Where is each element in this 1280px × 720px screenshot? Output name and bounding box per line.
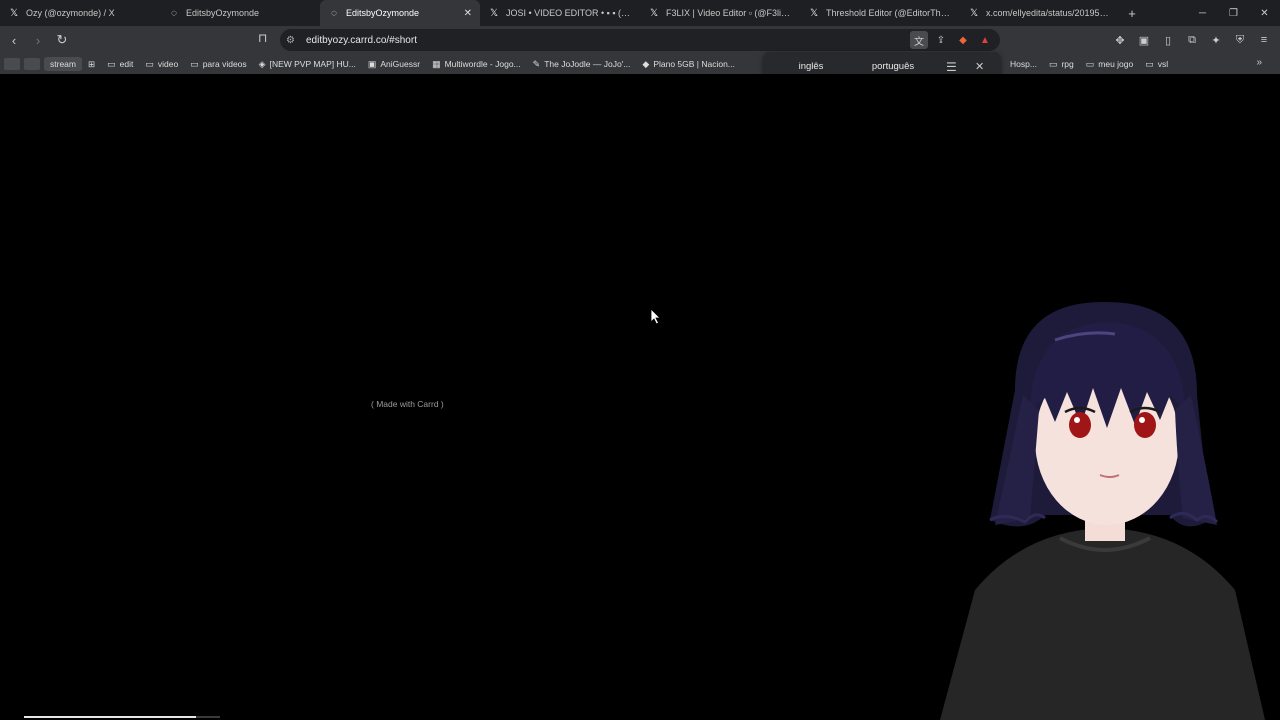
bookmark-label: edit (119, 59, 134, 69)
tab-title: Threshold Editor (@EditorThreshold (826, 8, 952, 18)
bookmark-item[interactable]: ▭ rpg (1043, 59, 1080, 70)
translate-options-icon[interactable]: ☰ (946, 60, 957, 74)
bookmark-label: vsl (1157, 59, 1169, 69)
bookmark-label: Hosp... (1010, 59, 1037, 69)
bookmark-square-1[interactable] (4, 58, 20, 70)
brave-shield-icon[interactable]: ◆ (954, 31, 972, 49)
bookmark-label: Plano 5GB | Nacion... (653, 59, 735, 69)
apps-grid-icon[interactable]: ⊞ (82, 59, 101, 70)
feather-icon: ✎ (532, 58, 541, 69)
bookmark-label: Multiwordle - Jogo... (444, 59, 521, 69)
new-tab-button[interactable]: + (1120, 0, 1144, 26)
tab-title: Ozy (@ozymonde) / X (26, 8, 115, 18)
bookmark-stream[interactable]: stream (44, 57, 82, 71)
translate-icon[interactable]: 文 (910, 31, 928, 49)
forward-icon[interactable]: › (28, 30, 48, 50)
bookmark-label: para videos (202, 59, 247, 69)
share-icon[interactable]: ⇪ (932, 31, 950, 49)
restore-icon[interactable]: ❐ (1218, 0, 1249, 26)
folder-icon: ▭ (190, 58, 199, 69)
close-tab-icon[interactable]: ✕ (464, 8, 472, 19)
folder-icon: ▭ (145, 58, 154, 69)
map-icon: ◈ (258, 58, 266, 69)
bookmark-item[interactable]: ▭ para videos (184, 59, 252, 70)
tab-3[interactable]: 𝕏 JOSI • VIDEO EDITOR • ▪ ▪ (@Josi (480, 0, 640, 26)
browser-toolbar: ‹ › ↻ ⊓ ⚙ editbyozy.carrd.co/#short 文 ⇪ … (0, 26, 1280, 54)
window-controls: ─ ❐ ✕ (1187, 0, 1280, 26)
leo-icon[interactable]: ✦ (1206, 30, 1226, 50)
bookmark-label: The JoJodle — JoJo'... (544, 59, 631, 69)
tab-2[interactable]: ◌ EditsbyOzymonde ✕ (320, 0, 480, 26)
folder-icon: ▭ (107, 58, 116, 69)
tab-6[interactable]: 𝕏x.com/ellyedita/status/201953968361 (960, 0, 1120, 26)
close-icon[interactable]: ✕ (975, 60, 984, 73)
reload-icon[interactable]: ↻ (52, 30, 72, 50)
rewards-icon[interactable]: ▲ (976, 31, 994, 49)
globe-icon: ◌ (171, 7, 177, 19)
bookmark-label: [NEW PVP MAP] HU... (269, 59, 356, 69)
vtuber-avatar (940, 301, 1265, 720)
x-icon: 𝕏 (809, 7, 819, 19)
x-icon: 𝕏 (9, 7, 19, 19)
back-icon[interactable]: ‹ (4, 30, 24, 50)
minimize-icon[interactable]: ─ (1187, 0, 1218, 26)
folder-icon: ▭ (1085, 58, 1095, 69)
bookmark-label: rpg (1061, 59, 1074, 69)
url-text[interactable]: editbyozy.carrd.co/#short (306, 35, 417, 46)
made-with-carrd-link[interactable]: ( Made with Carrd ) (371, 399, 444, 409)
bookmark-label: meu jogo (1098, 59, 1134, 69)
site-info-icon[interactable]: ⚙ (286, 35, 302, 46)
bookmark-item[interactable]: ▭ meu jogo (1080, 59, 1139, 70)
bookmark-item[interactable]: ▭ video (139, 59, 184, 70)
bookmark-item[interactable]: ▭ edit (101, 59, 139, 70)
bookmark-item[interactable]: ▣ AniGuessr (362, 59, 426, 70)
more-bookmarks-icon[interactable]: » (1256, 57, 1262, 68)
globe-icon: ◌ (331, 7, 337, 19)
tabs-icon[interactable]: ⧉ (1182, 30, 1202, 50)
bookmark-item[interactable]: ▦ Multiwordle - Jogo... (426, 59, 527, 70)
folder-icon: ▭ (1048, 58, 1058, 69)
x-icon: 𝕏 (649, 7, 659, 19)
bookmark-item[interactable]: ✎ The JoJodle — JoJo'... (527, 59, 637, 70)
bookmark-item[interactable]: ◆ Plano 5GB | Nacion... (636, 59, 741, 70)
tab-title: x.com/ellyedita/status/201953968361 (986, 8, 1112, 18)
wallet-icon[interactable]: ▣ (1134, 30, 1154, 50)
vpn-icon[interactable]: ⛨ (1230, 30, 1250, 50)
tab-4[interactable]: 𝕏 F3LIX | Video Editor ▫ (@F3lix__Edit (640, 0, 800, 26)
bookmark-item[interactable]: ◈ [NEW PVP MAP] HU... (253, 59, 362, 70)
bookmark-label: video (157, 59, 179, 69)
sidebar-icon[interactable]: ▯ (1158, 30, 1178, 50)
tab-title: EditsbyOzymonde (346, 8, 420, 18)
tab-title: EditsbyOzymonde (186, 8, 260, 18)
bookmark-item[interactable]: Hosp... (1000, 59, 1043, 69)
tab-1[interactable]: ◌ EditsbyOzymonde (160, 0, 320, 26)
extensions-icon[interactable]: ✥ (1110, 30, 1130, 50)
x-icon: 𝕏 (969, 7, 979, 19)
menu-icon[interactable]: ≡ (1254, 30, 1274, 50)
tab-title: JOSI • VIDEO EDITOR • ▪ ▪ (@Josi (506, 8, 632, 18)
close-window-icon[interactable]: ✕ (1249, 0, 1280, 26)
wordle-icon: ▦ (432, 58, 441, 69)
tab-title: F3LIX | Video Editor ▫ (@F3lix__Edit (666, 8, 792, 18)
video-progress-fill (24, 716, 197, 718)
bookmark-square-2[interactable] (24, 58, 40, 70)
x-icon: 𝕏 (489, 7, 499, 19)
folder-icon: ▭ (1145, 58, 1154, 69)
mouse-cursor-icon (651, 309, 661, 325)
bookmark-item[interactable]: ▭ vsl (1139, 59, 1174, 70)
tab-5[interactable]: 𝕏 Threshold Editor (@EditorThreshold (800, 0, 960, 26)
tab-0[interactable]: 𝕏 Ozy (@ozymonde) / X (0, 0, 160, 26)
tag-icon: ◆ (642, 58, 650, 69)
address-bar[interactable]: ⚙ editbyozy.carrd.co/#short 文 ⇪ ◆ ▲ (280, 29, 1000, 51)
extension-icons: ✥ ▣ ▯ ⧉ ✦ ⛨ ≡ (1110, 30, 1274, 50)
anime-icon: ▣ (367, 58, 377, 69)
tab-strip: 𝕏 Ozy (@ozymonde) / X ◌ EditsbyOzymonde ◌ Edi… (0, 0, 1280, 26)
bookmarks-bar: stream ⊞ ▭ edit ▭ video ▭ para videos ◈ [NEW PV… (0, 54, 1280, 74)
bookmark-label: AniGuessr (380, 59, 421, 69)
bookmark-page-icon[interactable]: ⊓ (258, 31, 267, 45)
